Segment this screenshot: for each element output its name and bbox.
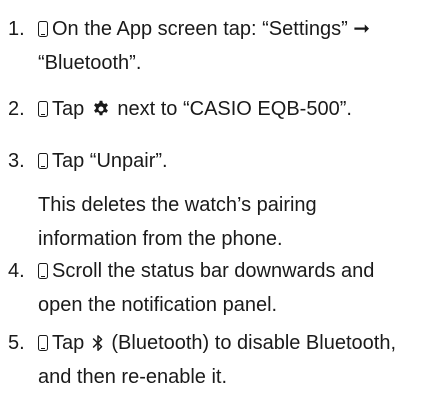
step-text: Tap “Unpair”. [52,150,168,172]
step-number: 4. [8,260,25,282]
phone-icon [38,21,48,37]
phone-icon [38,263,48,279]
step-text: (Bluetooth) to disable Bluetooth, [111,332,397,354]
phone-icon [38,101,48,117]
step-number: 3. [8,150,25,172]
step-number: 5. [8,332,25,354]
step-text: Scroll the status bar downwards and [52,260,375,282]
step-note: This deletes the watch’s pairing [38,194,317,216]
step-text: open the notification panel. [38,294,278,316]
step-text: On the App screen tap: “Settings” ➞ [52,18,371,40]
step-text-line: Scroll the status bar downwards and [38,254,374,288]
step-text: next to “CASIO EQB-500”. [117,98,352,120]
step-text: Tap [52,98,85,120]
step-note-line: This deletes the watch’s pairing [38,188,317,222]
step-text-line: open the notification panel. [38,288,277,322]
step-text: and then re-enable it. [38,366,228,388]
step-note-line: information from the phone. [38,222,283,256]
step-text-line: “Bluetooth”. [38,46,141,80]
step-text-line: Tap “Unpair”. [38,144,168,178]
step-text: Tap [52,332,85,354]
step-text-line: Tap (Bluetooth) to disable Bluetooth, [38,326,396,360]
step-text-line: On the App screen tap: “Settings” ➞ [38,12,370,46]
step-number: 2. [8,98,25,120]
step-text-line: and then re-enable it. [38,360,227,394]
step-number: 1. [8,18,25,40]
phone-icon [38,335,48,351]
gear-icon [93,100,108,116]
step-text: “Bluetooth”. [38,52,142,74]
step-note: information from the phone. [38,228,283,250]
phone-icon [38,153,48,169]
bluetooth-icon [92,335,103,351]
instruction-steps: 1. On the App screen tap: “Settings” ➞ “… [0,0,447,397]
step-text-line: Tap next to “CASIO EQB-500”. [38,92,352,126]
